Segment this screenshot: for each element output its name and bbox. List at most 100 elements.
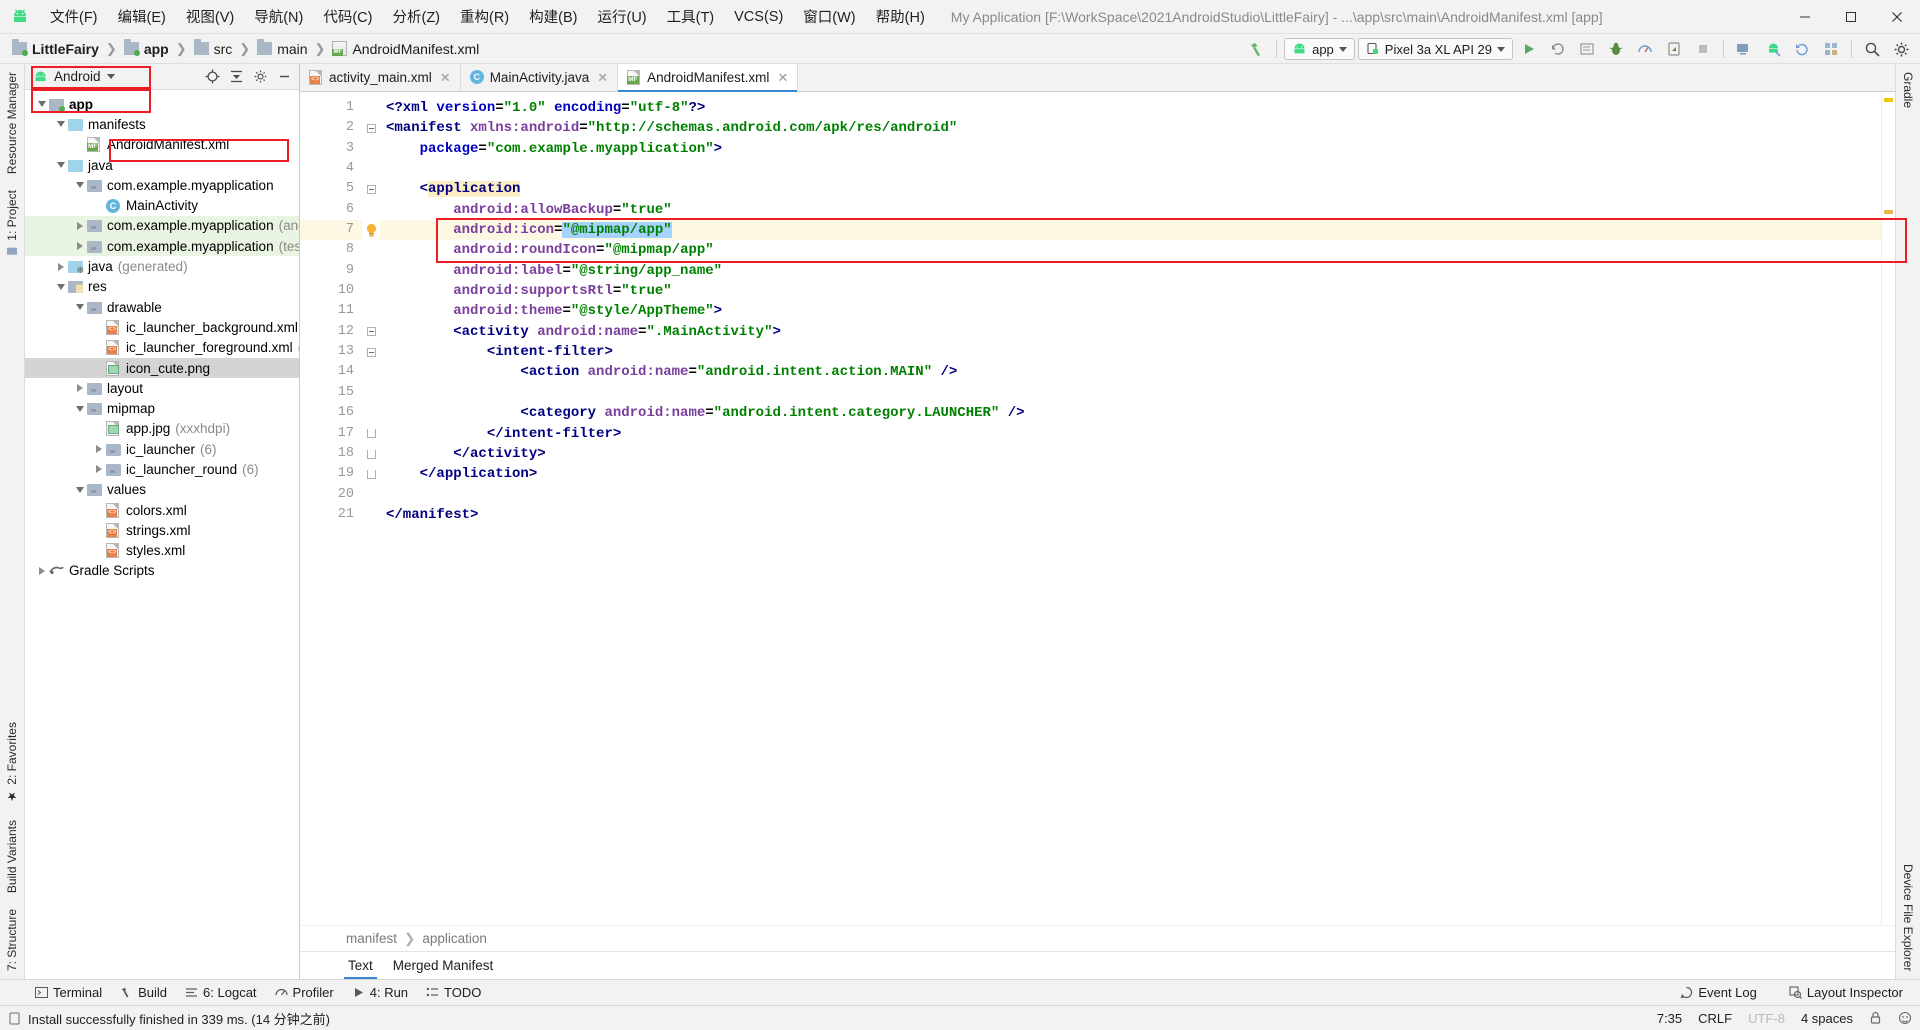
menu-run[interactable]: 运行(U) [587,2,656,31]
chevron-right-icon[interactable] [73,382,86,395]
breadcrumb-manifest[interactable]: manifest [346,931,397,946]
hammer-icon[interactable] [1243,36,1269,62]
code-line[interactable]: <action android:name="android.intent.act… [380,362,1881,382]
tree-node-ic-launcher-foreground-xml[interactable]: ic_launcher_foreground.xml (v24) [25,338,299,358]
run-button[interactable] [1516,36,1542,62]
tool-window-build[interactable]: Build [111,983,176,1002]
code-line[interactable]: <category android:name="android.intent.c… [380,403,1881,423]
sdk-manager-icon[interactable] [1760,36,1786,62]
profile-icon[interactable] [1632,36,1658,62]
caret-position[interactable]: 7:35 [1657,1011,1682,1026]
tree-node-icon-cute-png[interactable]: icon_cute.png [25,357,299,379]
file-encoding[interactable]: UTF-8 [1748,1011,1785,1026]
tree-node-values[interactable]: values [25,480,299,500]
code-line[interactable]: </activity> [380,444,1881,464]
tree-node-colors-xml[interactable]: colors.xml [25,500,299,520]
menu-vcs[interactable]: VCS(S) [724,5,793,29]
editor-tab-mainactivity-java[interactable]: C MainActivity.java ✕ [461,64,619,91]
menu-refactor[interactable]: 重构(R) [450,2,519,31]
avd-manager-icon[interactable] [1731,36,1757,62]
menu-help[interactable]: 帮助(H) [866,2,935,31]
rail-favorites[interactable]: ★ 2: Favorites [1,714,23,812]
search-icon[interactable] [1859,36,1885,62]
tree-node-com-example-myapplication[interactable]: com.example.myapplication(androidTest) [25,215,299,237]
close-icon[interactable]: ✕ [777,70,788,86]
menu-view[interactable]: 视图(V) [176,2,244,31]
tool-window-event-log[interactable]: Event Log [1671,983,1766,1002]
menu-tools[interactable]: 工具(T) [657,2,725,31]
tree-node-gradle-scripts[interactable]: Gradle Scripts [25,561,299,581]
scroll-from-source-icon[interactable] [201,66,223,88]
breadcrumb-item-main[interactable]: main [253,39,311,58]
code-line[interactable]: android:roundIcon="@mipmap/app" [380,240,1881,260]
inspection-face-icon[interactable] [1898,1011,1912,1025]
bug-icon[interactable] [1603,36,1629,62]
breadcrumb-item-src[interactable]: src [190,39,237,58]
code-editor[interactable]: <?xml version="1.0" encoding="utf-8"?> <m… [380,92,1881,925]
tree-node-ic-launcher[interactable]: ic_launcher (6) [25,439,299,459]
code-line[interactable]: </intent-filter> [380,424,1881,444]
tool-window-profiler[interactable]: Profiler [266,983,343,1002]
chevron-right-icon[interactable] [73,240,86,253]
chevron-down-icon[interactable] [35,98,48,111]
marker-scrollbar[interactable] [1881,92,1895,925]
sync-icon[interactable] [1789,36,1815,62]
chevron-right-icon[interactable] [73,219,86,232]
tree-node-app-jpg[interactable]: app.jpg (xxxhdpi) [25,419,299,439]
rail-gradle[interactable]: Gradle [1897,64,1919,116]
tree-node-strings-xml[interactable]: strings.xml [25,520,299,540]
code-line[interactable]: </manifest> [380,505,1881,525]
chevron-right-icon[interactable] [35,564,48,577]
editor-tab-activity-main-xml[interactable]: activity_main.xml ✕ [300,64,461,91]
tab-merged-manifest[interactable]: Merged Manifest [383,952,504,979]
fold-collapse-icon[interactable] [362,179,380,199]
tree-node-layout[interactable]: layout [25,378,299,398]
menu-build[interactable]: 构建(B) [519,2,587,31]
chevron-right-icon[interactable] [92,463,105,476]
code-line[interactable]: <intent-filter> [380,342,1881,362]
rail-structure[interactable]: 7: Structure [1,901,23,979]
tree-node-java[interactable]: java [25,155,299,175]
code-line[interactable] [380,485,1881,505]
code-line[interactable] [380,159,1881,179]
project-tree[interactable]: app manifests AndroidManifest.xml java com.e… [25,90,299,979]
tree-node-styles-xml[interactable]: styles.xml [25,541,299,561]
gear-icon[interactable] [1888,36,1914,62]
tree-node-drawable[interactable]: drawable [25,297,299,317]
tool-window-logcat[interactable]: 6: Logcat [176,983,266,1002]
code-folding-gutter[interactable] [362,92,380,925]
menu-analyze[interactable]: 分析(Z) [382,2,450,31]
panel-settings-gear-icon[interactable] [249,66,271,88]
editor-tab-androidmanifest-xml[interactable]: AndroidManifest.xml ✕ [618,64,799,92]
close-icon[interactable]: ✕ [597,70,608,86]
code-line[interactable]: android:supportsRtl="true" [380,281,1881,301]
chevron-down-icon[interactable] [73,402,86,415]
tree-node-mipmap[interactable]: mipmap [25,398,299,418]
breadcrumb-item-app[interactable]: app [120,39,173,58]
chevron-down-icon[interactable] [54,118,67,131]
rail-resource-manager[interactable]: Resource Manager [1,64,23,182]
menu-window[interactable]: 窗口(W) [793,2,865,31]
chevron-down-icon[interactable] [54,280,67,293]
chevron-down-icon[interactable] [73,301,86,314]
fold-collapse-icon[interactable] [362,342,380,362]
project-structure-icon[interactable] [1818,36,1844,62]
breadcrumb-item-project[interactable]: LittleFairy [8,39,103,58]
fold-region-end-icon[interactable] [362,444,380,464]
tree-node-com-example-myapplication[interactable]: com.example.myapplication [25,175,299,195]
hide-panel-icon[interactable] [273,66,295,88]
rail-build-variants[interactable]: Build Variants [1,812,23,901]
line-separator[interactable]: CRLF [1698,1011,1732,1026]
device-selector[interactable]: Pixel 3a XL API 29 [1357,38,1513,60]
tool-window-layout-inspector[interactable]: Layout Inspector [1780,983,1912,1002]
code-line[interactable]: android:allowBackup="true" [380,200,1881,220]
code-line[interactable]: <?xml version="1.0" encoding="utf-8"?> [380,98,1881,118]
menu-edit[interactable]: 编辑(E) [108,2,176,31]
rail-device-file-explorer[interactable]: Device File Explorer [1897,856,1919,979]
chevron-down-icon[interactable] [54,159,67,172]
close-icon[interactable]: ✕ [440,70,451,86]
tab-text[interactable]: Text [338,952,383,979]
apply-changes-icon[interactable] [1574,36,1600,62]
tool-window-run[interactable]: 4: Run [343,983,417,1002]
menu-navigate[interactable]: 导航(N) [244,2,313,31]
